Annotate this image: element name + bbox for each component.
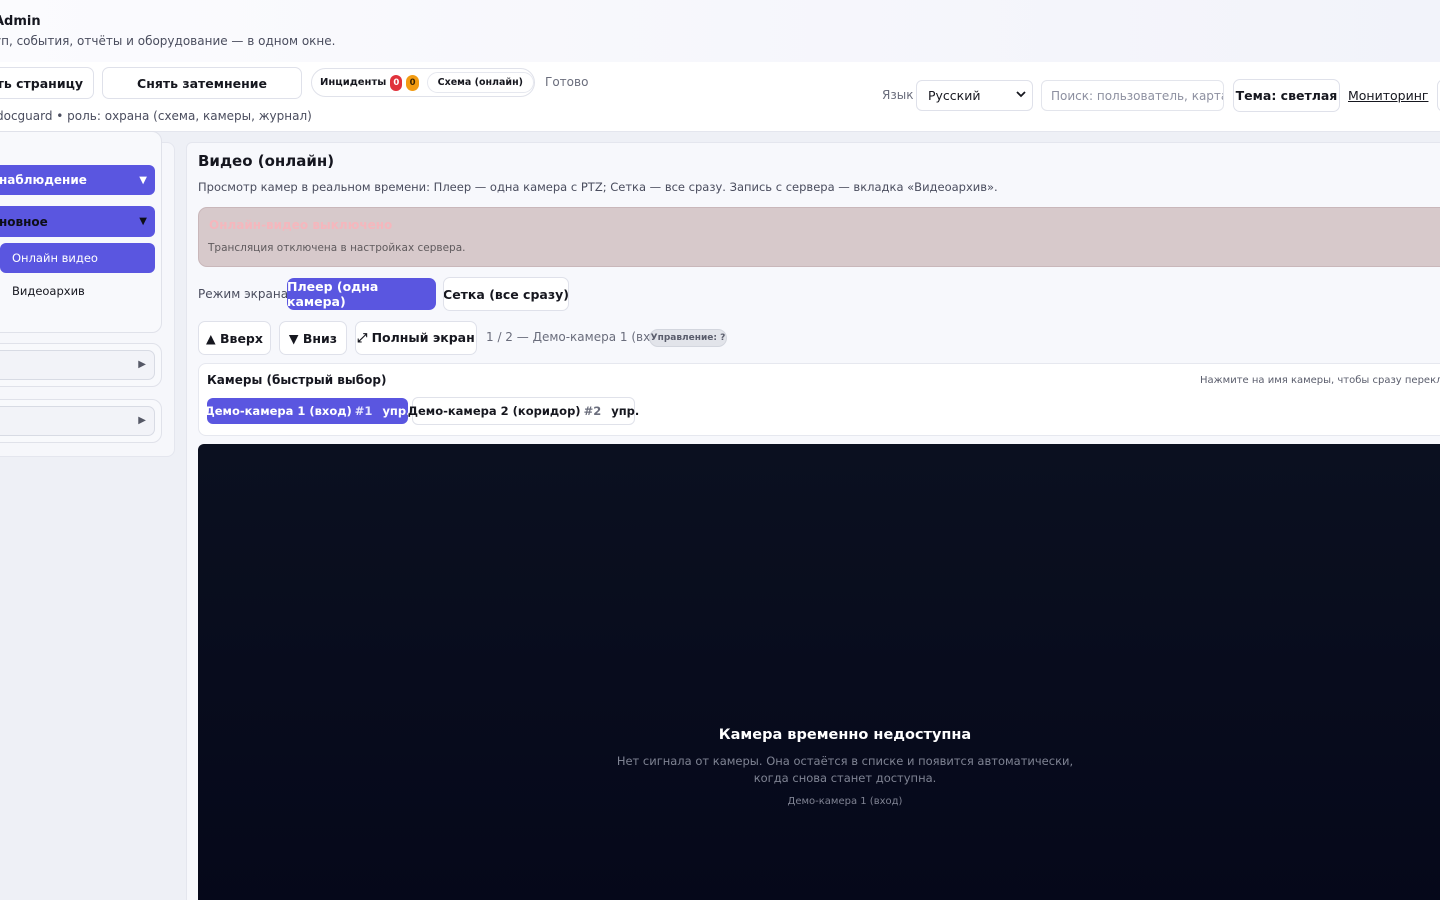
- current-camera-info: 1 / 2 — Демо-камера 1 (вход): [486, 330, 671, 344]
- chevron-down-icon: [1016, 89, 1026, 102]
- ptz-up-button[interactable]: ▲ Вверх: [198, 321, 271, 355]
- control-status-badge: Управление: ?: [649, 329, 727, 347]
- nav-section-collapsed[interactable]: ▶: [0, 406, 155, 436]
- app-header: [0, 0, 1440, 62]
- nav-subsection-label: новное: [0, 214, 48, 229]
- fullscreen-button[interactable]: ⤢ Полный экран: [355, 321, 477, 355]
- incidents-critical-badge: 0: [390, 74, 403, 91]
- video-disabled-alert: [198, 207, 1440, 267]
- incidents-status-pill[interactable]: Инциденты 0 0 Схема (онлайн): [311, 68, 535, 97]
- camera-chip-name: Демо-камера 2 (коридор): [407, 404, 581, 418]
- status-text: Готово: [545, 75, 589, 89]
- remove-dimming-button[interactable]: Снять затемнение: [102, 67, 302, 99]
- camera-chip-control: упр.: [382, 404, 411, 418]
- player-mode-button[interactable]: Плеер (одна камера): [287, 278, 436, 310]
- ptz-down-button[interactable]: ▼ Вниз: [279, 321, 347, 355]
- nav-section-label: наблюдение: [0, 173, 87, 187]
- user-role-text: docguard • роль: охрана (схема, камеры, …: [0, 109, 312, 123]
- nav-group-collapsed: ▶: [0, 399, 162, 443]
- triangle-right-icon: ▶: [138, 415, 146, 426]
- sidebar-item-video-archive[interactable]: Видеоархив: [0, 276, 155, 306]
- video-unavailable-message: Нет сигнала от камеры. Она остаётся в сп…: [616, 754, 1074, 785]
- incidents-warning-badge: 0: [406, 74, 419, 91]
- alert-title: Онлайн-видео выключено: [209, 218, 393, 232]
- nav-section-collapsed[interactable]: ▶: [0, 350, 155, 380]
- app-subtitle: уп, события, отчёты и оборудование — в о…: [0, 34, 336, 48]
- camera-chip-1[interactable]: Демо-камера 1 (вход) #1 упр.: [204, 398, 411, 424]
- screen-mode-label: Режим экрана:: [198, 287, 293, 301]
- language-select[interactable]: Русский: [916, 80, 1033, 111]
- scheme-online-chip[interactable]: Схема (онлайн): [426, 72, 534, 93]
- camera-chip-number: #1: [354, 404, 373, 418]
- incidents-label: Инциденты: [320, 77, 387, 88]
- alert-text: Трансляция отключена в настройках сервер…: [208, 242, 466, 254]
- monitoring-link[interactable]: Мониторинг: [1348, 88, 1428, 103]
- theme-toggle-button[interactable]: Тема: светлая: [1233, 79, 1340, 112]
- search-input[interactable]: [1041, 80, 1224, 111]
- nav-group-collapsed: ▶: [0, 343, 162, 387]
- camera-chip-2[interactable]: Демо-камера 2 (коридор) #2 упр.: [408, 397, 639, 425]
- grid-mode-button[interactable]: Сетка (все сразу): [443, 277, 569, 311]
- page-title: Видео (онлайн): [198, 152, 335, 170]
- app-title: Admin: [0, 14, 41, 29]
- camera-chip-name: Демо-камера 1 (вход): [204, 404, 352, 418]
- language-select-value: Русский: [928, 88, 981, 103]
- camera-chip-number: #2: [583, 404, 602, 418]
- video-player[interactable]: [198, 444, 1440, 900]
- triangle-right-icon: ▶: [138, 359, 146, 370]
- reload-page-button[interactable]: ить страницу: [0, 67, 94, 99]
- sidebar-item-online-video[interactable]: Онлайн видео: [0, 243, 155, 273]
- page-description: Просмотр камер в реальном времени: Плеер…: [198, 180, 998, 194]
- triangle-down-icon: ▼: [139, 216, 147, 227]
- triangle-down-icon: ▼: [139, 174, 147, 186]
- video-unavailable-title: Камера временно недоступна: [718, 727, 972, 743]
- nav-section-monitoring[interactable]: наблюдение ▼: [0, 165, 155, 195]
- quick-camera-title: Камеры (быстрый выбор): [207, 373, 387, 387]
- camera-chip-control: упр.: [611, 404, 640, 418]
- nav-subsection-main[interactable]: новное ▼: [0, 206, 155, 237]
- language-label: Язык: [882, 88, 914, 102]
- quick-camera-hint: Нажмите на имя камеры, чтобы сразу перек…: [1200, 375, 1440, 386]
- video-camera-name: Демо-камера 1 (вход): [787, 796, 903, 807]
